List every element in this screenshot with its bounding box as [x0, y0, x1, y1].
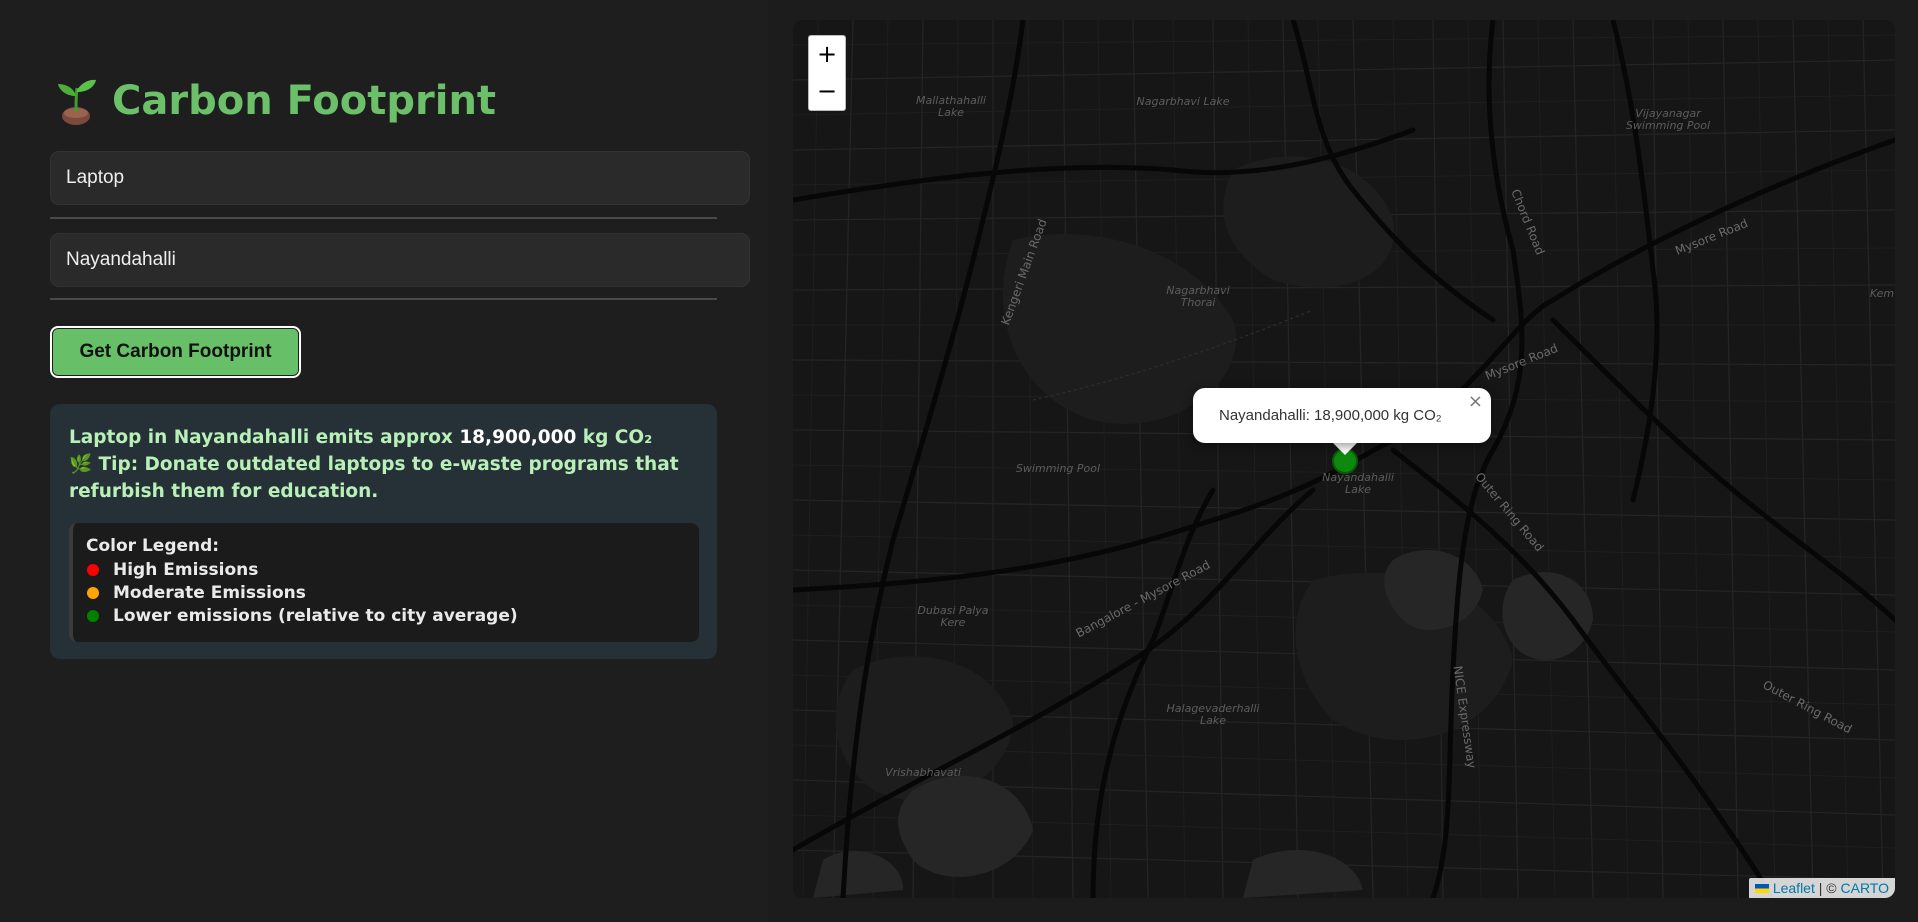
divider — [50, 217, 717, 219]
color-legend: Color Legend: High Emissions Moderate Em… — [69, 523, 699, 642]
place-label: Vijayanagar Swimming Pool — [1625, 107, 1711, 132]
page-title: Carbon Footprint — [112, 78, 497, 124]
map[interactable]: Mallathahalli Lake Nagarbhavi Lake Vijay… — [793, 20, 1895, 898]
orange-dot-icon — [87, 586, 99, 599]
emission-unit: kg CO₂ — [576, 427, 653, 448]
place-label: Nagarbhavi Lake — [1136, 95, 1230, 108]
place-label: Nayandahalli Lake — [1322, 471, 1394, 496]
legend-label: Lower emissions (relative to city averag… — [113, 605, 518, 626]
zoom-out-button[interactable]: − — [808, 73, 846, 111]
place-label: Nagarbhavi Thorai — [1166, 284, 1230, 309]
tip-text: Tip: Donate outdated laptops to e-waste … — [69, 454, 679, 502]
legend-item-lower: Lower emissions (relative to city averag… — [86, 604, 699, 627]
emission-value: 18,900,000 — [459, 427, 577, 448]
tip: 🌿 Tip: Donate outdated laptops to e-wast… — [69, 451, 699, 505]
get-carbon-footprint-button[interactable]: Get Carbon Footprint — [50, 326, 301, 378]
result-card: Laptop in Nayandahalli emits approx 18,9… — [50, 404, 717, 659]
close-icon[interactable]: × — [1468, 391, 1483, 412]
result-text: Laptop in Nayandahalli emits approx 18,9… — [69, 424, 699, 505]
leaflet-link[interactable]: Leaflet — [1773, 878, 1815, 898]
zoom-in-button[interactable]: + — [808, 35, 846, 74]
green-dot-icon — [87, 609, 99, 622]
map-attribution: Leaflet | © CARTO — [1748, 878, 1895, 898]
product-input[interactable] — [50, 151, 750, 205]
place-label: Mallathahalli Lake — [916, 94, 986, 119]
legend-title: Color Legend: — [86, 536, 220, 556]
emission-summary: Laptop in Nayandahalli emits approx 18,9… — [69, 424, 699, 451]
sidebar: Carbon Footprint Get Carbon Footprint La… — [0, 0, 768, 922]
seedling-icon — [58, 79, 96, 125]
legend-item-moderate: Moderate Emissions — [86, 581, 699, 604]
place-label: Swimming Pool — [1015, 462, 1101, 475]
ukraine-flag-icon — [1754, 883, 1769, 893]
location-input[interactable] — [50, 233, 750, 287]
legend-item-high: High Emissions — [86, 558, 699, 581]
place-label: Vrishabhavati — [885, 766, 961, 779]
header: Carbon Footprint — [54, 76, 496, 126]
divider — [50, 298, 717, 300]
place-label: Kem — [1869, 287, 1895, 300]
red-dot-icon — [87, 563, 99, 576]
app-root: Carbon Footprint Get Carbon Footprint La… — [0, 0, 1918, 922]
emission-summary-prefix: Laptop in Nayandahalli emits approx — [69, 427, 460, 448]
attribution-separator: | © — [1814, 880, 1841, 896]
legend-label: High Emissions — [113, 559, 259, 580]
place-label: Dubasi Palya Kere — [917, 604, 989, 629]
map-popup: Nayandahalli: 18,900,000 kg CO₂ × — [1193, 388, 1491, 443]
legend-label: Moderate Emissions — [113, 582, 306, 603]
carto-link[interactable]: CARTO — [1841, 878, 1890, 898]
popup-text: Nayandahalli: 18,900,000 kg CO₂ — [1219, 407, 1442, 424]
herb-icon: 🌿 — [69, 454, 93, 475]
popup-tip — [1331, 441, 1359, 455]
place-label: Halagevaderhalli Lake — [1166, 702, 1260, 727]
